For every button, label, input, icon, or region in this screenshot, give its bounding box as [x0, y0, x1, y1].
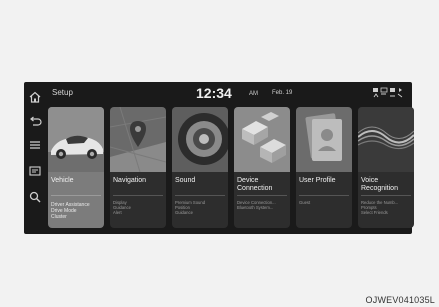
divider: [237, 195, 287, 196]
signal-icon: [373, 88, 378, 92]
sidebar: [24, 82, 46, 234]
car-image: [48, 107, 104, 172]
card-description-line: Select Friends: [361, 210, 388, 216]
card-description-line: Guest: [299, 200, 311, 205]
card-description-line: Cluster: [51, 214, 67, 220]
settings-cards: Vehicle Driver Assistance Drive Mode Clu…: [48, 107, 414, 228]
card-label: Voice Recognition: [361, 177, 398, 192]
infotainment-screen: Setup 12:34 AM Feb. 19 Vehicle Driver As…: [24, 82, 414, 234]
bluetooth-icon: [399, 88, 402, 92]
menu-icon[interactable]: [28, 138, 42, 152]
search-icon[interactable]: [28, 190, 42, 204]
voice-wave-image: [358, 107, 414, 172]
figure-code: OJWEV041035L: [365, 295, 435, 305]
card-label: Device Connection: [237, 177, 273, 192]
card-description: Reduce the Numb... Prompts Select Friend…: [361, 200, 414, 216]
back-icon[interactable]: [28, 115, 42, 129]
card-description: Driver Assistance Drive Mode Cluster: [51, 202, 104, 220]
clock-time: 12:34: [196, 85, 232, 101]
card-sound[interactable]: Sound Premium Sound Position Guidance: [172, 107, 228, 228]
card-vehicle[interactable]: Vehicle Driver Assistance Drive Mode Clu…: [48, 107, 104, 228]
divider: [113, 195, 163, 196]
divider: [299, 195, 349, 196]
card-description: Premium Sound Position Guidance: [175, 200, 228, 216]
card-description: Guest: [299, 200, 352, 205]
device-blocks-image: [234, 107, 290, 172]
home-icon[interactable]: [28, 90, 42, 104]
card-description-line: Alert: [113, 210, 122, 216]
card-label: User Profile: [299, 177, 336, 184]
profile-cards-image: [296, 107, 352, 172]
card-label: Sound: [175, 177, 196, 184]
status-icons: [373, 87, 403, 98]
media-icon[interactable]: [28, 164, 42, 178]
speaker-image: [172, 107, 228, 172]
card-voice-recognition[interactable]: Voice Recognition Reduce the Numb... Pro…: [358, 107, 414, 228]
card-label: Vehicle: [51, 177, 74, 184]
card-description: Device Connection... Bluetooth System...: [237, 200, 290, 210]
card-description: Display Guidance Alert: [113, 200, 166, 216]
card-navigation[interactable]: Navigation Display Guidance Alert: [110, 107, 166, 228]
phone-icon: [390, 88, 395, 92]
card-description-line: Bluetooth System...: [237, 205, 274, 211]
card-description-line: Guidance: [175, 210, 193, 216]
divider: [175, 195, 225, 196]
battery-icon: [380, 87, 388, 93]
card-label: Navigation: [113, 177, 147, 184]
card-user-profile[interactable]: User Profile Guest: [296, 107, 352, 228]
clock-date: Feb. 19: [272, 90, 293, 96]
card-device-connection[interactable]: Device Connection Device Connection... B…: [234, 107, 290, 228]
network-icon: [373, 93, 403, 98]
header-bar: Setup 12:34 AM Feb. 19: [46, 82, 412, 104]
divider: [361, 195, 411, 196]
clock-ampm: AM: [249, 91, 258, 97]
divider: [51, 195, 101, 196]
map-pin-image: [110, 107, 166, 172]
page-title: Setup: [52, 88, 73, 97]
